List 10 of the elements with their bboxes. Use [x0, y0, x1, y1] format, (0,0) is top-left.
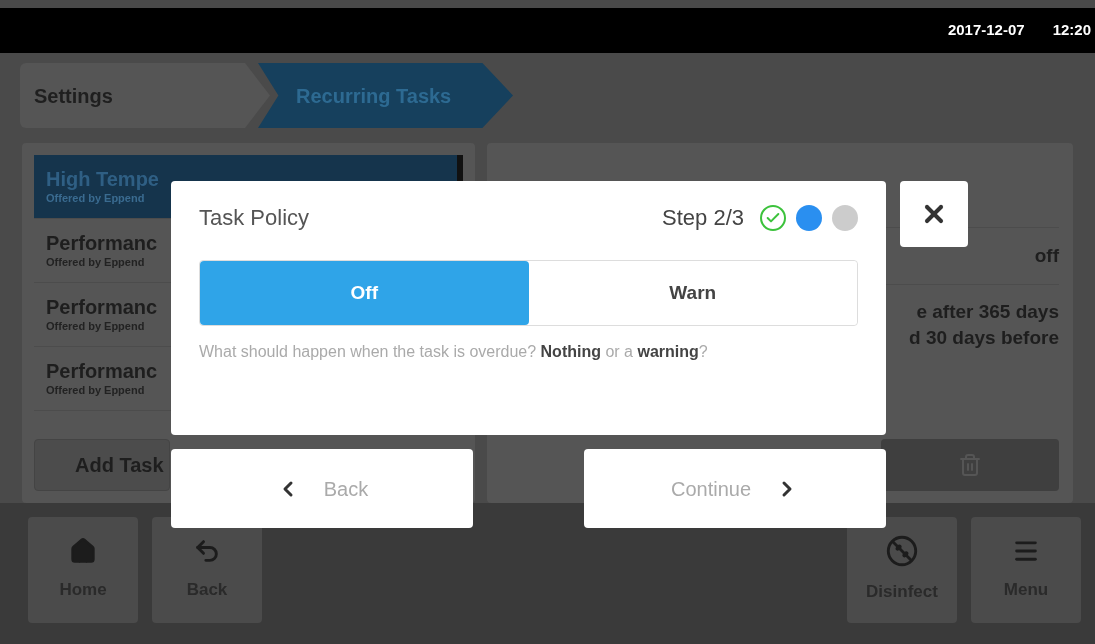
task-title: Performanc	[46, 231, 159, 257]
task-title: High Tempe	[46, 167, 160, 193]
dialog-title: Task Policy	[199, 204, 310, 232]
task-subtitle: Offered by Eppend	[46, 192, 146, 206]
step-counter: Step 2/3	[662, 204, 744, 232]
time-text: 12:20	[1052, 20, 1091, 41]
hint-text: What should happen when the task is overdue? Nothing or a warning?	[199, 342, 709, 362]
task-title: Performanc	[46, 359, 159, 385]
task-title: Performanc	[46, 295, 159, 321]
date-text: 2017-12-07	[947, 20, 1025, 41]
